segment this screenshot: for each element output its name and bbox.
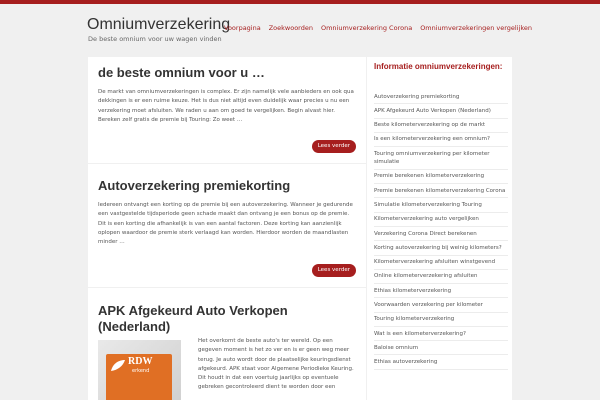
sidebar-link[interactable]: Touring omniumverzekering per kilometer … [374,147,508,170]
rdw-sign-image[interactable]: RDW erkend [98,340,181,400]
sidebar-link[interactable]: Online kilometerverzekering afsluiten [374,270,508,285]
sidebar-link[interactable]: APK Afgekeurd Auto Verkopen (Nederland) [374,104,508,119]
sidebar-link[interactable]: Ethias kilometerverzekering [374,284,508,299]
read-more-button[interactable]: Lees verder [311,140,356,153]
post: de beste omnium voor u … De markt van om… [98,65,356,125]
nav-item-zoekwoorden[interactable]: Zoekwoorden [269,24,313,32]
divider [88,163,366,164]
sidebar-link[interactable]: Beste kilometerverzekering op de markt [374,119,508,133]
post: APK Afgekeurd Auto Verkopen (Nederland) [98,303,356,335]
sidebar-link[interactable]: Kilometerverzekering afsluiten winstgeve… [374,256,508,270]
sidebar-link[interactable]: Simulatie kilometerverzekering Touring [374,198,508,213]
sidebar-link[interactable]: Kilometerverzekering auto vergelijken [374,213,508,227]
site-tagline: De beste omnium voor uw wagen vinden [88,35,222,43]
sidebar-link[interactable]: Is een kilometerverzekering een omnium? [374,133,508,148]
divider [88,287,366,288]
nav-item-corona[interactable]: Omniumverzekering Corona [321,24,412,32]
sidebar-link[interactable]: Baloise omnium [374,341,508,356]
post-title[interactable]: Autoverzekering premiekorting [98,178,356,194]
sidebar-link[interactable]: Premie berekenen kilometerverzekering [374,170,508,184]
site-header: Omniumverzekering De beste omnium voor u… [0,4,600,54]
sidebar-link[interactable]: Voorwaarden verzekering per kilometer [374,298,508,313]
site-title[interactable]: Omniumverzekering [87,16,230,34]
sidebar-link[interactable]: Wat is een kilometerverzekering? [374,327,508,342]
rdw-sign: RDW erkend [106,354,172,400]
post-excerpt: Het overkomt de beste auto's ter wereld.… [198,338,354,391]
sidebar-link[interactable]: Premie berekenen kilometerverzekering Co… [374,184,508,199]
sidebar: Informatie omniumverzekeringen: Autoverz… [366,57,512,400]
nav-item-vergelijken[interactable]: Omniumverzekeringen vergelijken [420,24,532,32]
post-excerpt: De markt van omniumverzekeringen is comp… [98,89,354,123]
rdw-logo-subtext: erkend [132,368,150,374]
sidebar-list: Autoverzekering premiekorting APK Afgeke… [374,90,508,370]
sidebar-heading: Informatie omniumverzekeringen: [374,62,503,71]
sidebar-link[interactable]: Touring kilometerverzekering [374,313,508,327]
post-excerpt: Iedereen ontvangt een korting op de prem… [98,202,353,246]
main-nav: Voorpagina Zoekwoorden Omniumverzekering… [224,24,532,32]
post-title[interactable]: de beste omnium voor u … [98,65,356,81]
rdw-leaf-icon [111,360,125,371]
post: Autoverzekering premiekorting Iedereen o… [98,178,356,247]
sidebar-link[interactable]: Verzekering Corona Direct berekenen [374,227,508,242]
read-more-button[interactable]: Lees verder [311,264,356,277]
main-content: de beste omnium voor u … De markt van om… [88,57,366,400]
sidebar-link[interactable]: Ethias autoverzekering [374,355,508,370]
post-title[interactable]: APK Afgekeurd Auto Verkopen (Nederland) [98,303,356,335]
nav-item-voorpagina[interactable]: Voorpagina [224,24,261,32]
rdw-logo-text: RDW [128,356,153,367]
sidebar-link[interactable]: Autoverzekering premiekorting [374,90,508,105]
sidebar-link[interactable]: Korting autoverzekering bij weinig kilom… [374,241,508,256]
